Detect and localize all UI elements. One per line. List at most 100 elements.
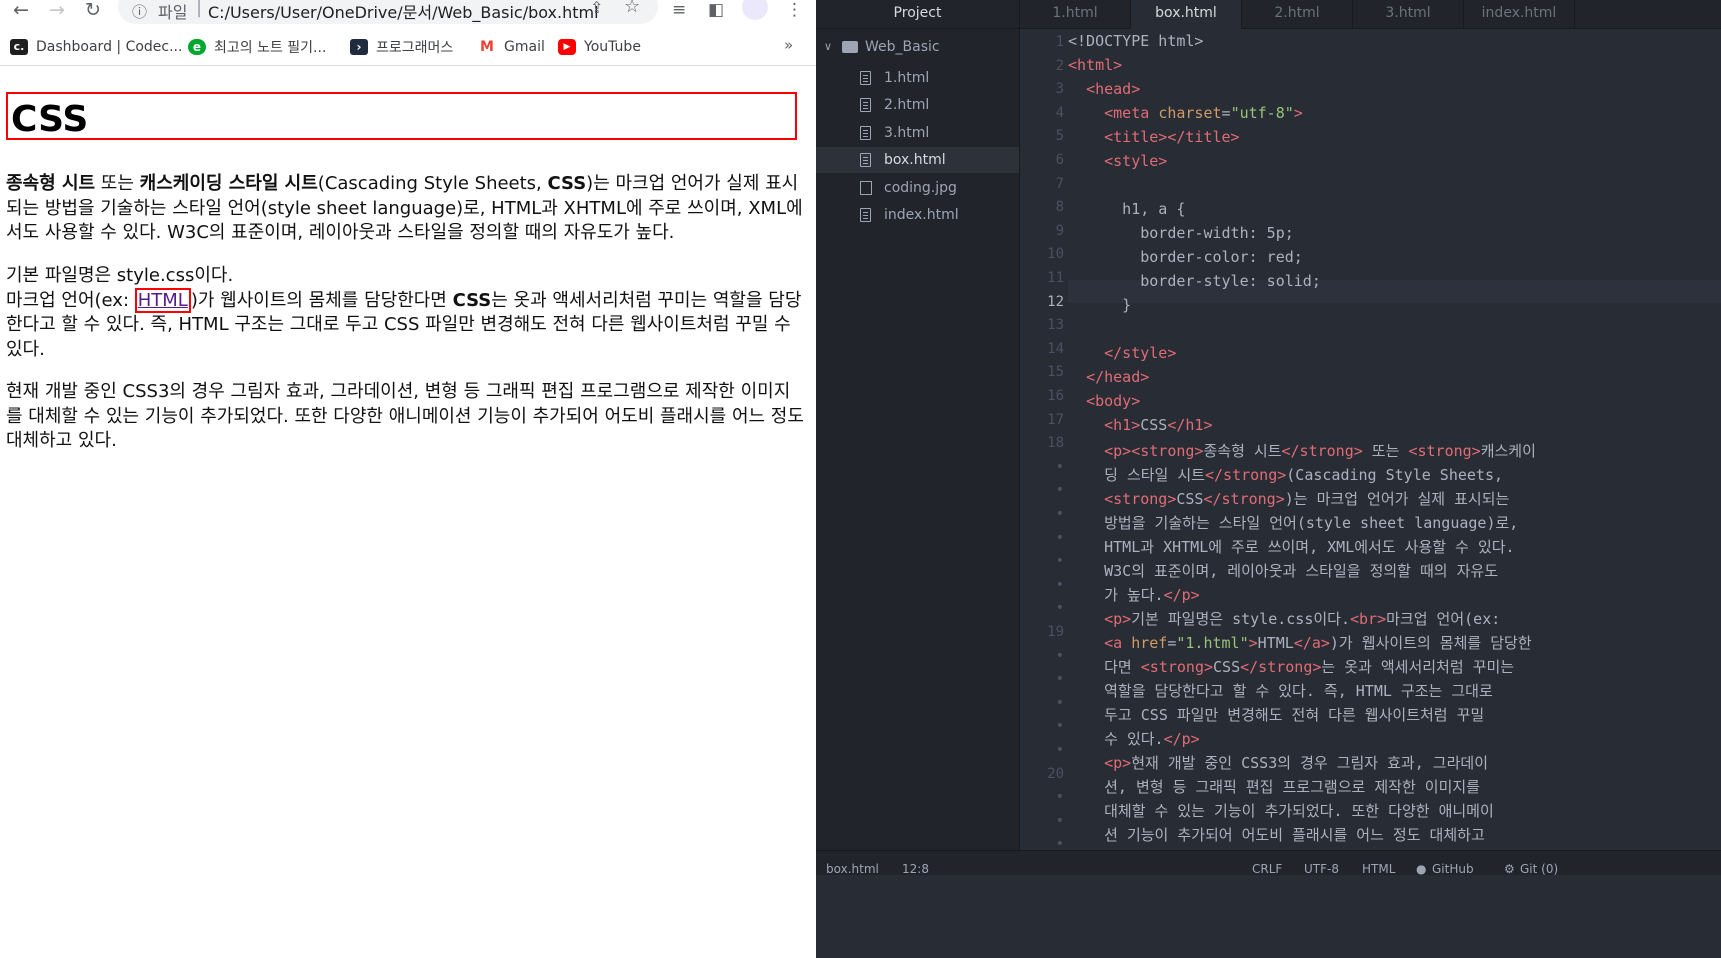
paragraph-css3: 현재 개발 중인 CSS3의 경우 그림자 효과, 그라데이션, 변형 등 그래… bbox=[6, 381, 804, 452]
tree-file-3-html[interactable]: 3.html bbox=[816, 120, 1019, 146]
line-number: 8 bbox=[1055, 199, 1064, 216]
tree-file-2-html[interactable]: 2.html bbox=[816, 92, 1019, 118]
line-number: • bbox=[1055, 671, 1064, 688]
status-line-ending[interactable]: CRLF bbox=[1252, 851, 1282, 887]
line-number: 20 bbox=[1047, 765, 1064, 782]
bookmark-gmail[interactable]: M Gmail bbox=[478, 36, 545, 58]
line-number: 2 bbox=[1055, 57, 1064, 74]
status-file[interactable]: box.html bbox=[826, 851, 879, 887]
bookmark-youtube[interactable]: ▶ YouTube bbox=[558, 36, 641, 58]
code-line: <p>기본 파일명은 style.css이다.<br>마크업 언어(ex: bbox=[1104, 610, 1501, 628]
gmail-icon: M bbox=[478, 39, 496, 55]
line-number: 19 bbox=[1047, 624, 1064, 640]
line-number: • bbox=[1055, 553, 1064, 570]
tab-1-html[interactable]: 1.html bbox=[1020, 0, 1131, 28]
line-number: • bbox=[1055, 529, 1064, 546]
file-icon bbox=[860, 126, 871, 140]
line-number: 12 bbox=[1047, 293, 1064, 310]
line-number: 15 bbox=[1047, 364, 1064, 381]
tree-file-coding-jpg[interactable]: coding.jpg bbox=[816, 175, 1019, 201]
line-number: • bbox=[1055, 458, 1064, 475]
tree-file-label: 3.html bbox=[884, 125, 930, 141]
profile-avatar[interactable] bbox=[742, 0, 768, 20]
code-line: <body> bbox=[1086, 392, 1141, 410]
tree-folder-web-basic[interactable]: ∨ Web_Basic bbox=[816, 34, 1019, 60]
line-number: • bbox=[1055, 789, 1064, 806]
reload-icon[interactable]: ↻ bbox=[80, 0, 106, 24]
code-line: 방법을 기술하는 스타일 언어(style sheet language)로, bbox=[1068, 514, 1519, 532]
address-bar[interactable]: ⓘ 파일 | C:/Users/User/OneDrive/문서/Web_Bas… bbox=[118, 0, 658, 24]
line-number: 13 bbox=[1047, 317, 1064, 334]
code-line: <p><strong>종속형 시트</strong> 또는 <strong>캐스… bbox=[1104, 442, 1536, 460]
tree-file-index-html[interactable]: index.html bbox=[816, 202, 1019, 228]
folder-icon bbox=[842, 41, 858, 53]
strong-text: CSS bbox=[547, 173, 587, 194]
forward-icon[interactable]: → bbox=[44, 0, 70, 24]
share-icon[interactable]: ⇪ bbox=[590, 0, 603, 17]
bookmark-codecademy[interactable]: c. Dashboard | Codec... bbox=[10, 36, 182, 58]
reading-list-icon[interactable]: ≡ bbox=[672, 0, 686, 20]
status-bar: box.html 12:8 CRLF UTF-8 HTML ● GitHub ⚙… bbox=[816, 850, 1721, 876]
code-line: W3C의 표준이며, 레이아웃과 스타일을 정의할 때의 자유도 bbox=[1068, 562, 1499, 580]
strong-text: 종속형 시트 bbox=[6, 173, 96, 194]
code-line: 다면 <strong>CSS</strong>는 옷과 액세서리처럼 꾸미는 bbox=[1068, 658, 1515, 676]
line-number: 3 bbox=[1055, 81, 1064, 98]
status-encoding[interactable]: UTF-8 bbox=[1304, 851, 1339, 887]
status-cursor[interactable]: 12:8 bbox=[902, 851, 929, 887]
code-line: border-style: solid; bbox=[1068, 272, 1321, 290]
project-panel-title: Project bbox=[816, 0, 1019, 29]
code-line: border-color: red; bbox=[1068, 248, 1303, 266]
code-area[interactable]: <!DOCTYPE html> <html> <head> <meta char… bbox=[1068, 28, 1718, 868]
tree-file-1-html[interactable]: 1.html bbox=[816, 65, 1019, 91]
line-number: • bbox=[1055, 742, 1064, 758]
bookmark-label: YouTube bbox=[584, 39, 641, 55]
html-link[interactable]: HTML bbox=[134, 287, 191, 313]
code-line: HTML과 XHTML에 주로 쓰이며, XML에서도 사용할 수 있다. bbox=[1068, 538, 1515, 556]
tree-file-box-html[interactable]: box.html bbox=[816, 147, 1019, 173]
url-text[interactable]: C:/Users/User/OneDrive/문서/Web_Basic/box.… bbox=[208, 0, 599, 23]
tab-2-html[interactable]: 2.html bbox=[1242, 0, 1353, 28]
toolbar-divider bbox=[0, 65, 816, 66]
bookmark-label: Dashboard | Codec... bbox=[36, 39, 183, 55]
project-tree: Project ∨ Web_Basic 1.html 2.html 3.html… bbox=[816, 0, 1020, 850]
back-icon[interactable]: ← bbox=[8, 0, 34, 24]
info-icon[interactable]: ⓘ bbox=[132, 1, 147, 22]
tree-folder-label: Web_Basic bbox=[865, 39, 940, 55]
tree-file-label: 1.html bbox=[884, 70, 930, 86]
code-line: 션, 변형 등 그래픽 편집 프로그램으로 제작한 이미지를 bbox=[1068, 778, 1480, 796]
status-git[interactable]: Git (0) bbox=[1520, 851, 1558, 887]
line-number: 1 bbox=[1055, 34, 1064, 50]
tree-file-label: box.html bbox=[884, 152, 946, 168]
bookmark-label: 프로그래머스 bbox=[376, 40, 454, 56]
bookmark-evernote[interactable]: e 최고의 노트 필기... bbox=[188, 36, 326, 58]
bookmarks-overflow-icon[interactable]: » bbox=[784, 36, 793, 54]
menu-kebab-icon[interactable]: ⋮ bbox=[786, 0, 803, 20]
bookmark-star-icon[interactable]: ☆ bbox=[624, 0, 640, 17]
paragraph-intro: 종속형 시트 또는 캐스케이딩 스타일 시트(Cascading Style S… bbox=[6, 172, 804, 246]
code-line: h1, a { bbox=[1068, 200, 1186, 218]
code-line: <meta charset="utf-8"> bbox=[1104, 104, 1303, 122]
file-icon bbox=[860, 153, 871, 167]
tab-box-html[interactable]: box.html bbox=[1131, 0, 1242, 29]
paragraph-filename: 기본 파일명은 style.css이다. 마크업 언어(ex: HTML)가 웹… bbox=[6, 264, 804, 363]
line-number: 11 bbox=[1047, 270, 1064, 286]
chevron-down-icon[interactable]: ∨ bbox=[824, 34, 832, 60]
code-line: <html> bbox=[1068, 56, 1123, 74]
line-number: • bbox=[1055, 576, 1064, 593]
code-line: 션 기능이 추가되어 어도비 플래시를 어느 정도 대체하고 bbox=[1068, 826, 1485, 844]
bookmark-programmers[interactable]: › 프로그래머스 bbox=[350, 36, 453, 58]
code-line: </style> bbox=[1104, 344, 1177, 362]
page-heading: CSS bbox=[6, 92, 797, 140]
line-number: 4 bbox=[1055, 104, 1064, 121]
bookmark-label: Gmail bbox=[504, 39, 545, 55]
tab-index-html[interactable]: index.html bbox=[1464, 0, 1575, 28]
strong-text: 캐스케이딩 스타일 시트 bbox=[139, 173, 318, 194]
code-line: <h1>CSS</h1> bbox=[1104, 416, 1213, 434]
side-panel-icon[interactable]: ◧ bbox=[708, 0, 724, 20]
github-icon: ● bbox=[1416, 862, 1427, 876]
status-github[interactable]: GitHub bbox=[1432, 851, 1474, 887]
tab-3-html[interactable]: 3.html bbox=[1353, 0, 1464, 28]
status-grammar[interactable]: HTML bbox=[1362, 851, 1395, 887]
code-line: </head> bbox=[1086, 368, 1150, 386]
tree-file-label: index.html bbox=[884, 207, 959, 223]
